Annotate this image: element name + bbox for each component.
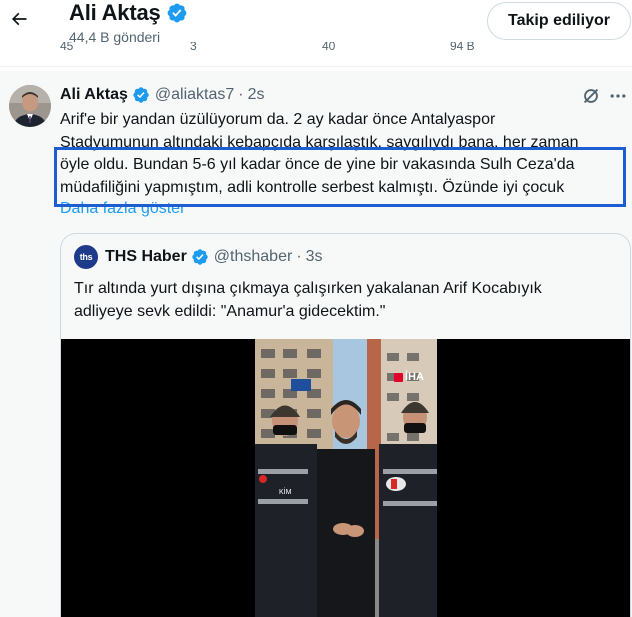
iha-logo-icon xyxy=(394,372,403,382)
back-button[interactable] xyxy=(4,4,34,34)
verified-badge-icon xyxy=(192,249,208,265)
vest-label: KİM xyxy=(279,487,292,496)
partial-like-count: 40 xyxy=(322,42,336,53)
tweet[interactable]: Ali Aktaş @aliaktas7 · 2s Arif'e bir yan… xyxy=(0,71,632,617)
verified-badge-icon xyxy=(167,3,186,23)
more-horizontal-icon[interactable] xyxy=(607,85,629,107)
show-more-link[interactable]: Daha fazla göster xyxy=(60,196,185,218)
tweet-text-line: öyle oldu. Bundan 5-6 yıl kadar önce de … xyxy=(60,156,575,173)
partial-view-count: 94 B xyxy=(450,42,475,53)
news-photo: KİM İHA xyxy=(255,339,437,617)
quoted-timestamp: 3s xyxy=(305,248,323,265)
grok-icon[interactable] xyxy=(580,85,602,107)
tweet-author-name[interactable]: Ali Aktaş xyxy=(60,86,128,104)
avatar-photo xyxy=(9,85,51,127)
quoted-tweet-text: Tır altında yurt dışına çıkmaya çalışırk… xyxy=(74,280,542,320)
tweet-timestamp[interactable]: 2s xyxy=(248,86,265,104)
quoted-video[interactable]: KİM İHA xyxy=(61,339,630,617)
partial-repost-count: 3 xyxy=(190,42,197,53)
quoted-author-handle: @thshaber xyxy=(213,248,293,265)
partial-reply-count: 45 xyxy=(60,42,74,53)
quoted-avatar: ths xyxy=(74,245,98,269)
quoted-author-name: THS Haber xyxy=(105,248,187,265)
header-divider xyxy=(0,66,632,67)
avatar[interactable] xyxy=(9,85,51,127)
quoted-tweet-header: ths THS Haber @thshaber · 3s xyxy=(74,245,323,269)
following-button[interactable]: Takip ediliyor xyxy=(487,2,631,40)
arrow-left-icon xyxy=(11,12,27,26)
tweet-text-line: Stadyumunun altındaki kebapçıda karşılaş… xyxy=(60,133,579,151)
tweet-header: Ali Aktaş @aliaktas7 · 2s xyxy=(60,86,265,104)
news-watermark: İHA xyxy=(394,371,424,383)
tweet-text: Arif'e bir yandan üzülüyorum da. 2 ay ka… xyxy=(60,109,608,199)
quoted-tweet[interactable]: ths THS Haber @thshaber · 3s Tır altında… xyxy=(60,233,631,617)
profile-name: Ali Aktaş xyxy=(69,0,161,25)
watermark-text: İHA xyxy=(405,371,424,383)
separator-dot: · xyxy=(238,86,244,103)
verified-badge-icon xyxy=(133,87,149,103)
separator-dot: · xyxy=(296,248,302,265)
show-more-label: Daha fazla göster xyxy=(60,200,186,217)
tweet-author-handle[interactable]: @aliaktas7 xyxy=(155,86,234,104)
profile-header: Ali Aktaş 44,4 B gönderi Takip ediliyor … xyxy=(0,0,632,66)
cut-off-action-row: 45 3 40 94 B xyxy=(0,42,632,54)
tweet-text-line: Arif'e bir yandan üzülüyorum da. 2 ay ka… xyxy=(60,111,496,128)
profile-title: Ali Aktaş xyxy=(69,0,188,26)
